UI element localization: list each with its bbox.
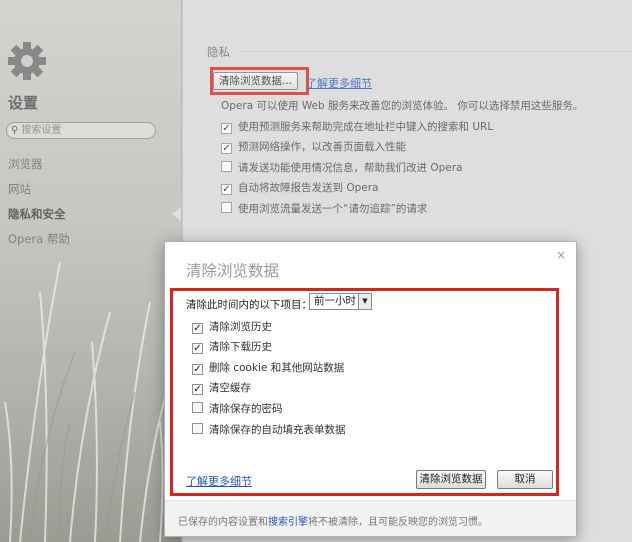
learn-more-link[interactable]: 了解更多细节 [186,473,252,489]
footer-text: 将不被清除，且可能反映您的浏览习惯。 [308,517,488,528]
cancel-button[interactable]: 取消 [497,470,553,489]
option-label: 清除保存的自动填充表单数据 [209,424,346,436]
checkbox[interactable]: ✓ [192,384,203,395]
clear-option[interactable]: ✓ 删除 cookie 和其他网站数据 [192,360,344,375]
option-label: 清除浏览历史 [209,321,272,333]
option-label: 清除保存的密码 [209,403,283,415]
time-range-select[interactable]: 前一小时 ▼ [309,293,372,310]
close-icon[interactable]: × [556,248,566,262]
checkbox[interactable] [192,423,203,434]
option-label: 清空缓存 [209,382,251,394]
dialog-footer: 已保存的内容设置和搜索引擎将不被清除，且可能反映您的浏览习惯。 [165,500,576,536]
chevron-down-icon: ▼ [358,294,371,309]
clear-option[interactable]: 清除保存的自动填充表单数据 [192,422,346,437]
clear-option[interactable]: 清除保存的密码 [192,401,283,416]
clear-browsing-data-dialog: 清除浏览数据 × 清除此时间内的以下项目： 前一小时 ▼ ✓ 清除浏览历史 ✓ 清除… [164,241,577,537]
time-range-label: 清除此时间内的以下项目： [186,299,312,311]
checkbox[interactable] [192,402,203,413]
checkbox[interactable]: ✓ [192,343,203,354]
option-label: 删除 cookie 和其他网站数据 [209,362,345,374]
confirm-clear-button[interactable]: 清除浏览数据 [416,470,486,489]
option-label: 清除下载历史 [209,341,272,353]
clear-option[interactable]: ✓ 清除下载历史 [192,339,272,354]
footer-text: 已保存的内容设置和 [178,517,268,528]
time-range-value: 前一小时 [314,295,356,307]
clear-option[interactable]: ✓ 清除浏览历史 [192,319,272,334]
checkbox[interactable]: ✓ [192,323,203,334]
checkbox[interactable]: ✓ [192,364,203,375]
dialog-title: 清除浏览数据 [186,262,280,280]
search-engine-link[interactable]: 搜索引擎 [268,517,308,528]
clear-option[interactable]: ✓ 清空缓存 [192,380,251,395]
